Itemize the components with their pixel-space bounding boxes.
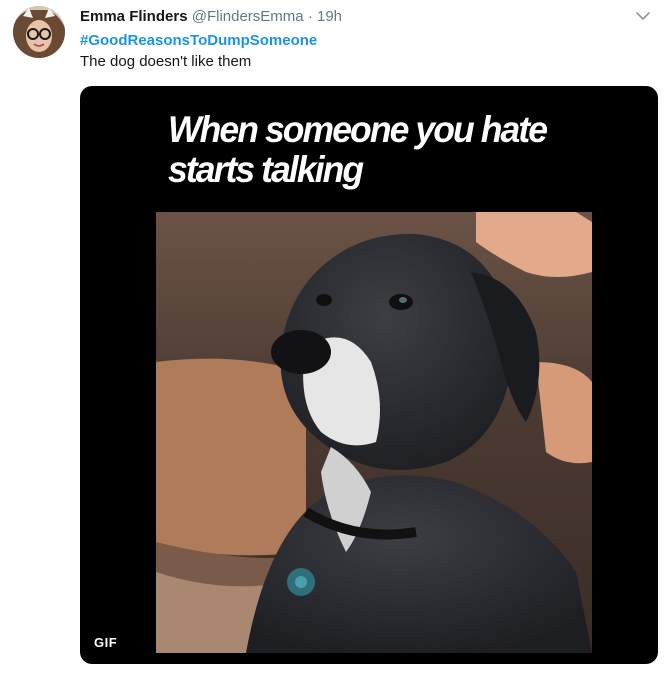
display-name[interactable]: Emma Flinders <box>80 8 188 25</box>
separator-dot: · <box>307 8 313 25</box>
tweet: Emma Flinders @FlindersEmma · 19h #GoodR… <box>0 0 670 675</box>
gif-badge: GIF <box>88 632 124 654</box>
media-caption: When someone you hate starts talking <box>168 109 548 190</box>
avatar-image <box>13 6 65 58</box>
dog-photo <box>156 212 592 653</box>
timestamp[interactable]: 19h <box>317 8 342 25</box>
tweet-text: The dog doesn't like them <box>80 53 252 70</box>
tweet-header: Emma Flinders @FlindersEmma · 19h <box>80 7 342 27</box>
chevron-down-icon <box>636 12 650 20</box>
avatar[interactable] <box>13 6 65 58</box>
user-handle[interactable]: @FlindersEmma <box>192 8 304 25</box>
tweet-menu-button[interactable] <box>633 8 653 24</box>
hashtag-link[interactable]: #GoodReasonsToDumpSomeone <box>80 31 317 51</box>
media-gif[interactable]: When someone you hate starts talking GIF <box>80 86 658 664</box>
